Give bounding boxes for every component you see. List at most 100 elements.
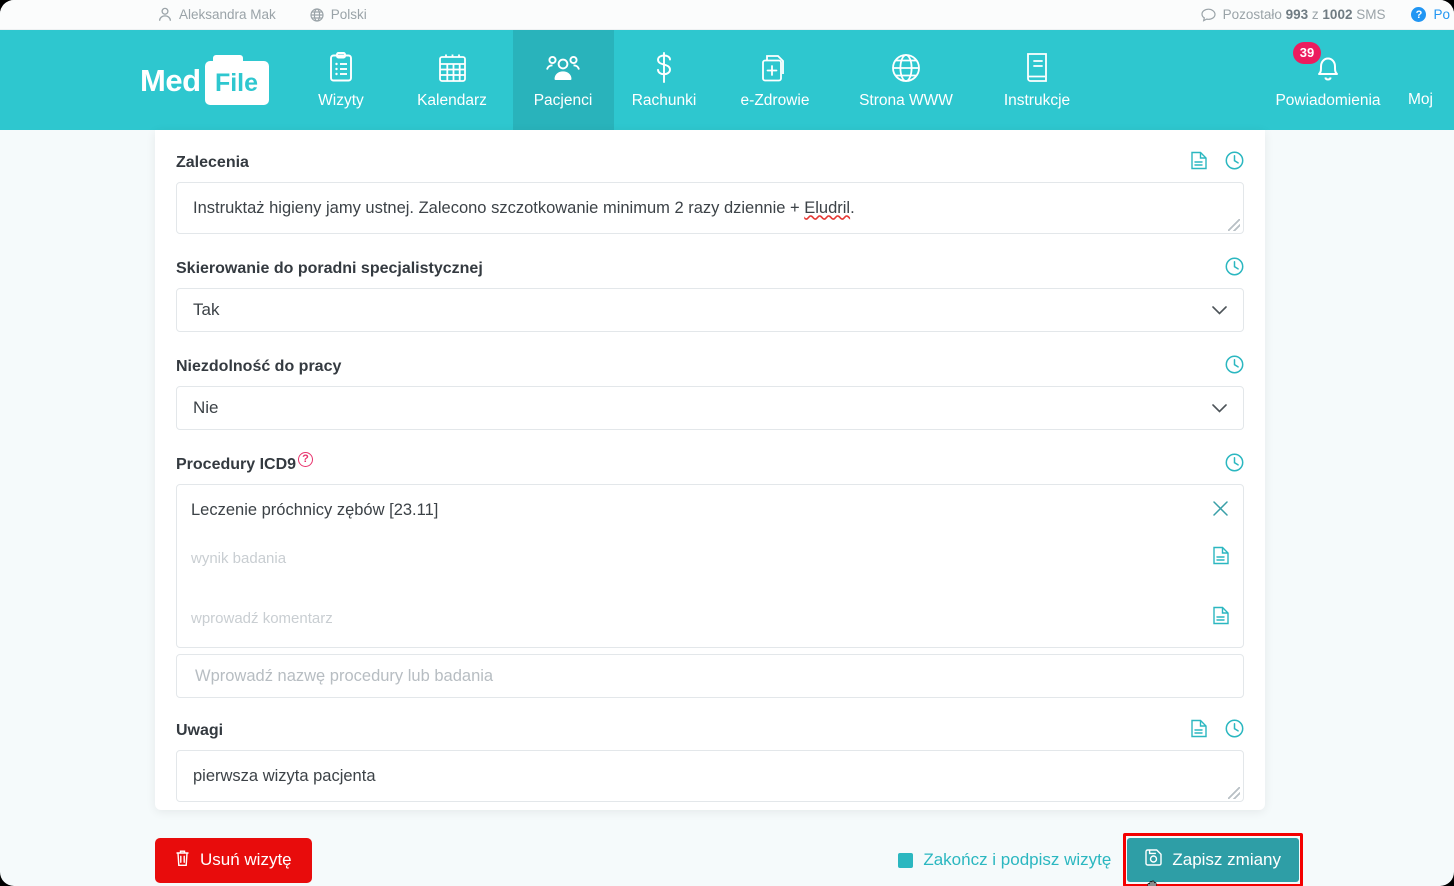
language-selector[interactable]: Polski bbox=[310, 7, 367, 22]
delete-visit-label: Usuń wizytę bbox=[200, 850, 292, 869]
notifications-button[interactable]: 39 Powiadomienia bbox=[1248, 30, 1408, 130]
nav-item-strona-www[interactable]: Strona WWW bbox=[836, 30, 977, 130]
clock-history-icon[interactable] bbox=[1225, 719, 1244, 743]
niezdolnosc-select[interactable]: Nie bbox=[176, 386, 1244, 430]
notifications-label: Powiadomienia bbox=[1275, 91, 1381, 109]
field-actions bbox=[1225, 355, 1244, 379]
field-label: Procedury ICD9 ? bbox=[176, 452, 314, 474]
visit-form-card: Zalecenia Instruktaż higieny jamy ustnej… bbox=[155, 130, 1265, 810]
save-button-wrapper: Zapisz zmiany bbox=[1123, 833, 1303, 886]
resize-handle[interactable] bbox=[1228, 219, 1240, 231]
field-skierowanie: Skierowanie do poradni specjalistycznej … bbox=[176, 252, 1244, 332]
nav-item-instrukcje[interactable]: Instrukcje bbox=[977, 30, 1098, 130]
icd9-result-template-button[interactable] bbox=[1213, 546, 1229, 570]
field-label: Zalecenia bbox=[176, 154, 249, 171]
finish-and-sign-toggle[interactable]: Zakończ i podpisz wizytę bbox=[898, 850, 1111, 870]
save-changes-button[interactable]: Zapisz zmiany bbox=[1127, 838, 1299, 882]
misspelled-word: Eludril bbox=[804, 198, 851, 217]
icd9-comment-placeholder: wprowadź komentarz bbox=[191, 609, 333, 627]
field-label: Niezdolność do pracy bbox=[176, 358, 342, 375]
language-label: Polski bbox=[330, 7, 367, 22]
nav-label: e-Zdrowie bbox=[740, 91, 810, 109]
account-label: Moj bbox=[1408, 91, 1433, 108]
document-template-icon[interactable] bbox=[1191, 151, 1207, 175]
account-menu[interactable]: Moj bbox=[1408, 30, 1454, 130]
clock-history-icon[interactable] bbox=[1225, 257, 1244, 281]
field-actions bbox=[1225, 453, 1244, 477]
dollar-icon bbox=[652, 51, 676, 85]
selected-value: Nie bbox=[193, 398, 219, 417]
save-changes-label: Zapisz zmiany bbox=[1172, 850, 1281, 869]
icd9-search-input[interactable]: Wprowadź nazwę procedury lub badania bbox=[176, 654, 1244, 698]
mouse-cursor bbox=[1145, 878, 1161, 886]
chevron-down-icon bbox=[1212, 398, 1227, 418]
globe-icon bbox=[891, 51, 921, 85]
skierowanie-select[interactable]: Tak bbox=[176, 288, 1244, 332]
people-icon bbox=[546, 51, 580, 85]
logo-file-text: File bbox=[214, 69, 259, 97]
zalecenia-value: Instruktaż higieny jamy ustnej. Zalecono… bbox=[193, 198, 855, 217]
form-footer: Usuń wizytę Zakończ i podpisz wizytę Zap… bbox=[155, 833, 1303, 886]
field-zalecenia: Zalecenia Instruktaż higieny jamy ustnej… bbox=[176, 146, 1244, 234]
uwagi-textarea[interactable]: pierwsza wizyta pacjenta bbox=[176, 750, 1244, 802]
close-icon bbox=[1212, 500, 1229, 521]
nav-item-rachunki[interactable]: Rachunki bbox=[614, 30, 715, 130]
nav-items: Wizyty Kalendarz Pacjenci Rachunki e-Zdr… bbox=[291, 30, 1098, 130]
field-label: Skierowanie do poradni specjalistycznej bbox=[176, 260, 483, 277]
nav-label: Strona WWW bbox=[859, 91, 953, 109]
field-actions bbox=[1191, 151, 1244, 175]
icd9-comment-row[interactable]: wprowadź komentarz bbox=[191, 603, 1229, 633]
user-icon bbox=[158, 7, 172, 22]
folder-icon: File bbox=[204, 55, 269, 105]
field-niezdolnosc: Niezdolność do pracy Nie bbox=[176, 350, 1244, 430]
nav-item-pacjenci[interactable]: Pacjenci bbox=[512, 30, 614, 130]
clock-history-icon[interactable] bbox=[1225, 355, 1244, 379]
floppy-disk-icon bbox=[1145, 849, 1163, 871]
medical-file-plus-icon bbox=[761, 51, 789, 85]
chat-bubble-icon bbox=[1200, 8, 1216, 22]
zalecenia-textarea[interactable]: Instruktaż higieny jamy ustnej. Zalecono… bbox=[176, 182, 1244, 234]
document-template-icon[interactable] bbox=[1191, 719, 1207, 743]
nav-right-group: 39 Powiadomienia Moj bbox=[1248, 30, 1454, 130]
icd9-remove[interactable] bbox=[1212, 500, 1229, 521]
sms-counter: Pozostało 993 z 1002 SMS bbox=[1200, 7, 1386, 22]
nav-item-e-zdrowie[interactable]: e-Zdrowie bbox=[715, 30, 836, 130]
nav-label: Wizyty bbox=[318, 91, 364, 109]
document-template-icon bbox=[1213, 546, 1229, 570]
help-link[interactable]: ? Po bbox=[1411, 7, 1450, 22]
current-user[interactable]: Aleksandra Mak bbox=[158, 7, 276, 22]
icd9-result-row[interactable]: wynik badania bbox=[191, 543, 1229, 573]
delete-visit-button[interactable]: Usuń wizytę bbox=[155, 837, 312, 883]
help-label: Po bbox=[1433, 7, 1450, 22]
book-icon bbox=[1024, 51, 1050, 85]
logo[interactable]: Med File bbox=[0, 30, 291, 130]
topbar-left-group: Aleksandra Mak Polski bbox=[158, 7, 367, 22]
globe-icon bbox=[310, 7, 324, 22]
clock-history-icon[interactable] bbox=[1225, 151, 1244, 175]
nav-label: Rachunki bbox=[631, 91, 697, 109]
field-header: Zalecenia bbox=[176, 146, 1244, 180]
footer-right-group: Zakończ i podpisz wizytę Zapisz zmiany bbox=[898, 833, 1303, 886]
nav-item-wizyty[interactable]: Wizyty bbox=[291, 30, 392, 130]
field-header: Skierowanie do poradni specjalistycznej bbox=[176, 252, 1244, 286]
field-uwagi: Uwagi pierwsza wizyta pacjenta bbox=[176, 714, 1244, 802]
uwagi-value: pierwsza wizyta pacjenta bbox=[193, 766, 376, 785]
icd9-procedure-row: Leczenie próchnicy zębów [23.11] bbox=[191, 495, 1229, 525]
logo-med-text: Med bbox=[140, 62, 201, 98]
trash-icon bbox=[175, 849, 190, 872]
chevron-down-icon bbox=[1212, 300, 1227, 320]
field-header: Uwagi bbox=[176, 714, 1244, 748]
document-template-icon bbox=[1213, 606, 1229, 630]
question-circle-icon[interactable]: ? bbox=[298, 452, 314, 467]
nav-item-kalendarz[interactable]: Kalendarz bbox=[392, 30, 513, 130]
resize-handle[interactable] bbox=[1228, 787, 1240, 799]
field-actions bbox=[1225, 257, 1244, 281]
field-icd9: Procedury ICD9 ? Leczenie próchnicy zębó… bbox=[176, 448, 1244, 698]
icd9-procedure-name: Leczenie próchnicy zębów [23.11] bbox=[191, 500, 439, 519]
main-navbar: Med File Wizyty Kalendarz Pacjenci Rachu… bbox=[0, 30, 1454, 130]
sms-text: Pozostało 993 z 1002 SMS bbox=[1222, 7, 1386, 22]
clock-history-icon[interactable] bbox=[1225, 453, 1244, 477]
selected-value: Tak bbox=[193, 300, 220, 319]
field-header: Niezdolność do pracy bbox=[176, 350, 1244, 384]
icd9-comment-template-button[interactable] bbox=[1213, 606, 1229, 630]
